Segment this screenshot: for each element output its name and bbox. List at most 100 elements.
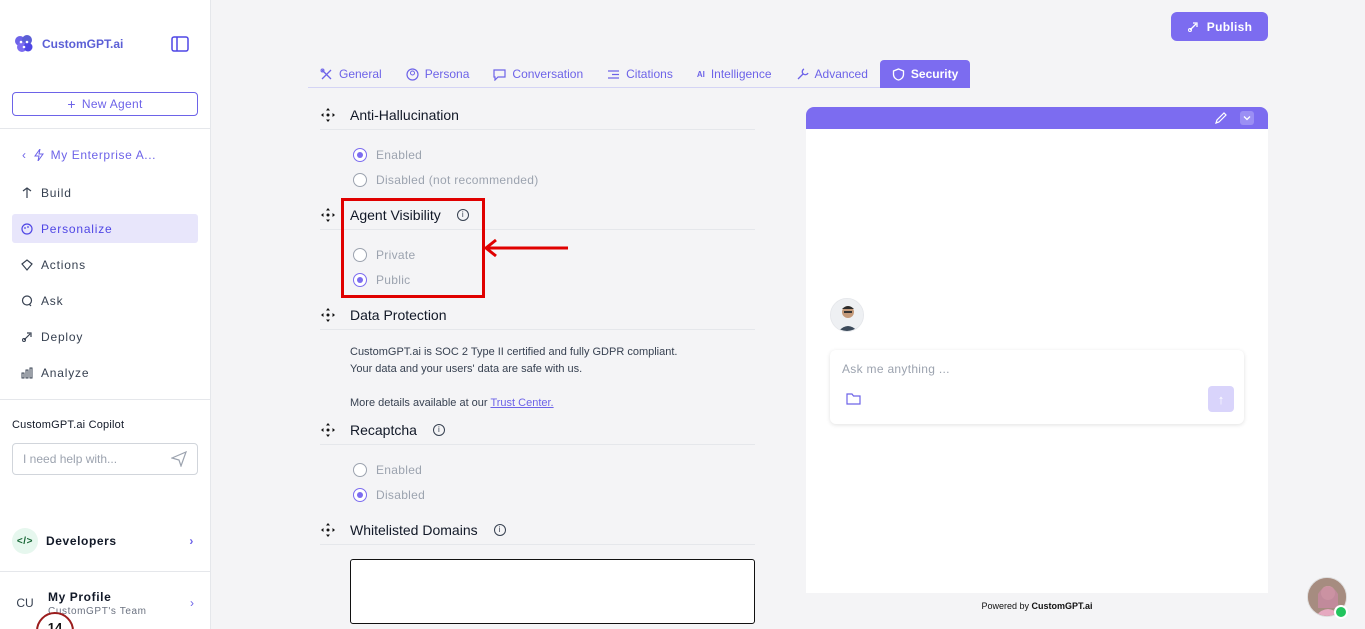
divider xyxy=(0,128,210,129)
sidebar-item-label: Ask xyxy=(41,293,64,308)
online-status-icon xyxy=(1334,605,1348,619)
rocket-icon xyxy=(22,331,32,342)
plus-icon: + xyxy=(67,96,76,112)
chat-icon xyxy=(21,294,33,306)
data-protection-text: CustomGPT.ai is SOC 2 Type II certified … xyxy=(350,344,677,412)
sidebar-item-ask[interactable]: Ask xyxy=(12,286,198,315)
whitelisted-domains-textarea[interactable] xyxy=(350,559,755,624)
data-protection-section-header: Data Protection xyxy=(320,306,755,330)
anti-hallucination-section-header: Anti-Hallucination xyxy=(320,106,755,130)
agent-avatar xyxy=(830,298,864,332)
drag-handle-icon[interactable] xyxy=(320,422,336,438)
rocket-icon xyxy=(1187,21,1198,32)
bar-chart-icon xyxy=(21,367,33,378)
anti-hallucination-enabled-option[interactable]: Enabled xyxy=(353,148,422,162)
tab-security[interactable]: Security xyxy=(879,60,971,88)
brand-name: CustomGPT.ai xyxy=(42,37,124,51)
radio-button[interactable] xyxy=(353,488,367,502)
bolt-icon xyxy=(33,149,44,161)
section-title: Anti-Hallucination xyxy=(350,106,459,123)
option-label: Enabled xyxy=(376,148,423,162)
radio-button[interactable] xyxy=(353,173,367,187)
sidebar-item-label: Deploy xyxy=(41,329,84,344)
drag-handle-icon[interactable] xyxy=(320,522,336,538)
tab-persona[interactable]: Persona xyxy=(394,60,482,88)
chat-preview-header xyxy=(806,107,1268,129)
copilot-title: CustomGPT.ai Copilot xyxy=(12,419,125,431)
sidebar: CustomGPT.ai + New Agent ‹ My Enterprise… xyxy=(0,0,211,629)
build-icon xyxy=(22,186,32,198)
anti-hallucination-disabled-option[interactable]: Disabled (not recommended) xyxy=(353,173,539,187)
recaptcha-enabled-option[interactable]: Enabled xyxy=(353,463,422,477)
tab-citations[interactable]: Citations xyxy=(595,60,685,88)
tab-intelligence[interactable]: AI Intelligence xyxy=(685,60,784,88)
tab-label: Security xyxy=(910,67,959,81)
sidebar-item-label: Build xyxy=(41,185,72,200)
tab-label: Persona xyxy=(424,67,470,81)
send-icon[interactable] xyxy=(171,451,187,467)
chevron-left-icon: ‹ xyxy=(22,148,27,162)
agent-name: My Enterprise A... xyxy=(50,148,157,162)
new-agent-button[interactable]: + New Agent xyxy=(12,92,198,116)
drag-handle-icon[interactable] xyxy=(320,307,336,323)
copilot-input[interactable]: I need help with... xyxy=(12,443,198,475)
folder-icon[interactable] xyxy=(846,392,861,405)
brand-logo[interactable]: CustomGPT.ai xyxy=(12,32,123,56)
divider xyxy=(0,399,210,400)
tab-label: Advanced xyxy=(814,67,868,81)
radio-button[interactable] xyxy=(353,463,367,477)
sidebar-collapse-icon[interactable] xyxy=(171,36,189,52)
sidebar-item-personalize[interactable]: Personalize xyxy=(12,214,198,243)
drag-handle-icon[interactable] xyxy=(320,107,336,123)
option-label: Enabled xyxy=(376,463,423,477)
agent-breadcrumb[interactable]: ‹ My Enterprise A... xyxy=(22,148,156,162)
data-protection-line: CustomGPT.ai is SOC 2 Type II certified … xyxy=(350,346,678,358)
whitelisted-domains-section-header: Whitelisted Domains i xyxy=(320,521,755,545)
wrench-icon xyxy=(797,67,809,79)
code-icon: </> xyxy=(12,528,38,554)
tools-icon xyxy=(320,68,332,79)
publish-button[interactable]: Publish xyxy=(1171,12,1268,41)
radio-button[interactable] xyxy=(353,148,367,162)
copilot-placeholder: I need help with... xyxy=(23,452,118,466)
option-label: Disabled xyxy=(376,488,426,502)
publish-label: Publish xyxy=(1206,19,1253,34)
settings-tabs: General Persona Conversation Citations A… xyxy=(308,60,971,88)
sidebar-item-actions[interactable]: Actions xyxy=(12,250,198,279)
section-title: Whitelisted Domains xyxy=(350,521,478,538)
chevron-down-icon[interactable] xyxy=(1240,111,1254,125)
edit-icon[interactable] xyxy=(1214,111,1228,125)
sidebar-item-label: Actions xyxy=(41,257,86,272)
recaptcha-disabled-option[interactable]: Disabled xyxy=(353,488,425,502)
sidebar-item-deploy[interactable]: Deploy xyxy=(12,322,198,351)
profile-link[interactable]: CU My Profile CustomGPT's Team › xyxy=(12,586,198,620)
sidebar-item-analyze[interactable]: Analyze xyxy=(12,358,198,387)
developers-link[interactable]: </> Developers › xyxy=(12,528,198,554)
section-title: Data Protection xyxy=(350,306,447,323)
tab-conversation[interactable]: Conversation xyxy=(481,60,595,88)
developers-label: Developers xyxy=(46,534,117,548)
drag-handle-icon[interactable] xyxy=(320,207,336,223)
chat-input[interactable]: Ask me anything ... ↑ xyxy=(830,350,1244,424)
trust-center-link[interactable]: Trust Center. xyxy=(490,397,553,409)
chat-placeholder: Ask me anything ... xyxy=(842,362,950,376)
message-icon xyxy=(493,68,507,81)
citations-icon xyxy=(608,69,620,79)
send-button[interactable]: ↑ xyxy=(1208,386,1234,412)
chat-preview: Ask me anything ... ↑ xyxy=(806,107,1268,593)
tab-label: General xyxy=(339,67,382,81)
info-icon[interactable]: i xyxy=(432,423,445,436)
new-agent-label: New Agent xyxy=(81,97,143,111)
tab-advanced[interactable]: Advanced xyxy=(784,60,880,88)
section-title: Recaptcha xyxy=(350,421,417,438)
sidebar-nav: Build Personalize Actions Ask Deploy Ana… xyxy=(12,178,198,394)
info-icon[interactable]: i xyxy=(493,523,506,536)
tab-general[interactable]: General xyxy=(308,60,394,88)
tab-label: Conversation xyxy=(512,67,584,81)
trust-center-prefix: More details available at our xyxy=(350,397,488,409)
chevron-right-icon: › xyxy=(189,534,194,548)
agent-avatar-icon xyxy=(831,299,863,331)
actions-icon xyxy=(21,258,33,271)
sidebar-item-build[interactable]: Build xyxy=(12,178,198,207)
powered-prefix: Powered by xyxy=(981,601,1029,611)
